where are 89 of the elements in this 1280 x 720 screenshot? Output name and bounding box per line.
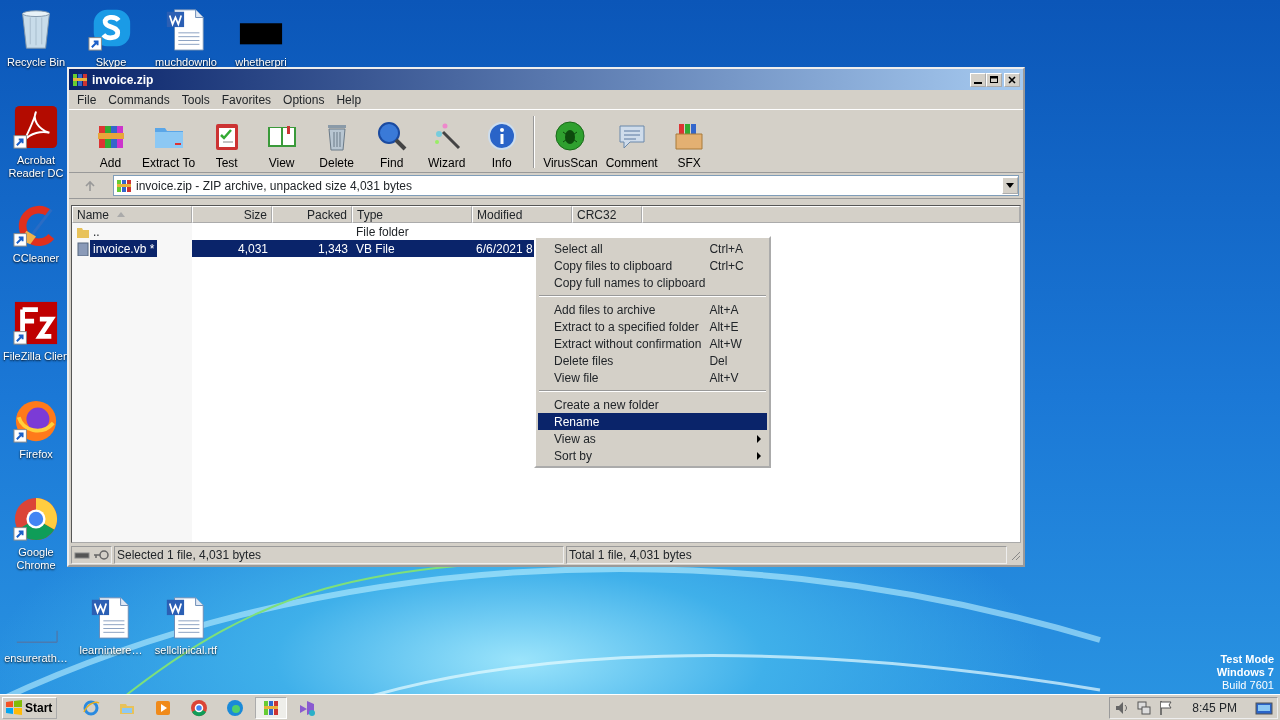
toolbar-button[interactable]: Delete	[309, 114, 365, 172]
system-text: Build 7601	[1222, 679, 1274, 692]
desktop-icon-label[interactable]: Google Chrome	[1, 546, 71, 572]
window-title: invoice.zip	[92, 71, 154, 89]
visual-studio-icon	[298, 698, 317, 717]
archive-icon	[72, 71, 88, 88]
toolbar-button[interactable]: Find	[364, 114, 420, 172]
file-name[interactable]: invoice.vb *	[90, 240, 158, 257]
desktop-icon-label[interactable]: muchdownlo	[155, 56, 217, 69]
windows-logo-icon	[5, 699, 23, 716]
column-header[interactable]: Type	[352, 206, 472, 223]
toolbar-button[interactable]: Info	[474, 114, 530, 172]
desktop-icon-label[interactable]: Skype	[95, 56, 127, 69]
menu-item[interactable]: View file Alt+V	[538, 369, 768, 386]
menu-item[interactable]: Sort by	[538, 447, 768, 464]
start-button[interactable]: Start	[2, 696, 58, 719]
menu-item[interactable]: File	[71, 90, 103, 109]
resize-grip-icon[interactable]	[1009, 549, 1021, 561]
column-header[interactable]: CRC32	[572, 206, 642, 223]
table-cell-text: File folder	[355, 223, 410, 240]
toolbar-button[interactable]: Comment	[601, 114, 662, 172]
sort-arrow-icon	[117, 212, 125, 217]
menu-item[interactable]: Extract without confirmation Alt+W	[538, 335, 768, 352]
menu-item[interactable]: Options	[277, 90, 331, 109]
system-text: Windows 7	[1216, 666, 1274, 679]
desktop-icon-label[interactable]: CCleaner	[12, 252, 60, 265]
filezilla-icon[interactable]	[13, 300, 59, 346]
menu-item[interactable]: Delete files Del	[538, 352, 768, 369]
taskbar-button[interactable]	[255, 696, 288, 719]
maximize-button[interactable]	[986, 72, 1002, 87]
flag-icon[interactable]	[1158, 699, 1175, 716]
toolbar-button[interactable]: Wizard	[419, 114, 475, 172]
menu-item[interactable]: Extract to a specified folder Alt+E	[538, 318, 768, 335]
toolbar-button[interactable]: SFX	[661, 114, 717, 172]
up-arrow-icon	[84, 179, 96, 192]
archive-icon	[262, 698, 281, 717]
menu-item[interactable]: Favorites	[215, 90, 278, 109]
toolbar-button[interactable]: Test	[199, 114, 255, 172]
show-desktop-icon[interactable]	[1255, 699, 1273, 716]
status-text: Selected 1 file, 4,031 bytes	[114, 546, 564, 564]
table-cell: 4,031	[192, 240, 272, 257]
close-icon	[1007, 74, 1017, 85]
table-cell: VB File	[352, 240, 472, 257]
bug-icon	[554, 120, 587, 152]
desktop-icon-label[interactable]: Firefox	[19, 448, 53, 461]
maximize-icon	[989, 74, 999, 85]
menu-item[interactable]: View as	[538, 430, 768, 447]
menu-item[interactable]: Tools	[175, 90, 216, 109]
key-icon[interactable]	[93, 550, 109, 560]
close-button[interactable]	[1004, 72, 1020, 87]
chrome-icon[interactable]	[13, 496, 59, 542]
address-field[interactable]: invoice.zip - ZIP archive, unpacked size 4,031 bytes	[113, 175, 1019, 196]
minimize-button[interactable]	[970, 72, 986, 87]
table-cell: 1,343	[272, 240, 352, 257]
acrobat-icon[interactable]	[13, 104, 59, 150]
file-name[interactable]: ..	[90, 223, 103, 240]
column-header[interactable]: Name	[72, 206, 192, 223]
firefox-icon[interactable]	[13, 398, 59, 444]
desktop-icon-label[interactable]: whetherpri	[235, 56, 287, 69]
info-icon	[485, 120, 518, 152]
desktop-icon-label[interactable]: Recycle Bin	[6, 56, 66, 69]
toolbar-button[interactable]: VirusScan	[539, 114, 602, 172]
menu-item[interactable]: Help	[330, 90, 368, 109]
dropdown-button[interactable]	[1002, 177, 1018, 194]
column-header[interactable]: Packed	[272, 206, 352, 223]
status-text: Total 1 file, 4,031 bytes	[566, 546, 1007, 564]
media-player-icon	[154, 698, 173, 717]
archive-icon	[116, 177, 132, 194]
column-header[interactable]: Size	[192, 206, 272, 223]
menu-item[interactable]: Add files to archive Alt+A	[538, 301, 768, 318]
internet-explorer-icon	[82, 698, 101, 717]
system-text: Test Mode	[1220, 653, 1274, 666]
menu-item[interactable]: Copy files to clipboard Ctrl+C	[538, 257, 768, 274]
menu-item[interactable]: Create a new folder	[538, 396, 768, 413]
minimize-icon	[974, 81, 982, 84]
caret-icon	[1006, 183, 1014, 188]
menu-item[interactable]: Commands	[102, 90, 176, 109]
toolbar-button[interactable]: Extract To	[138, 114, 200, 172]
column-header[interactable]: Modified	[472, 206, 572, 223]
menu-item[interactable]: Copy full names to clipboard	[538, 274, 768, 291]
chrome-icon	[190, 698, 209, 717]
drive-icon	[74, 551, 90, 559]
magnifier-icon	[375, 120, 408, 152]
network-icon[interactable]	[1136, 699, 1153, 716]
menu-item[interactable]: Rename	[538, 413, 768, 430]
toolbar-button[interactable]: View	[254, 114, 310, 172]
edge-icon	[226, 698, 245, 717]
toolbar-button[interactable]: Add	[83, 114, 138, 172]
desktop-icon-label[interactable]: Acrobat Reader DC	[1, 154, 71, 180]
